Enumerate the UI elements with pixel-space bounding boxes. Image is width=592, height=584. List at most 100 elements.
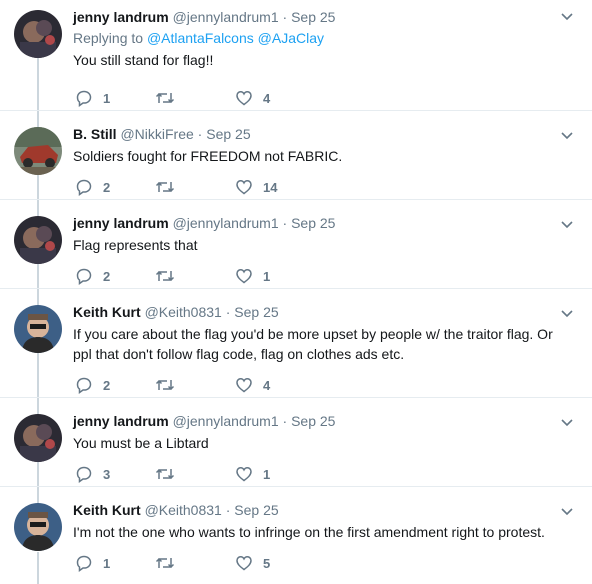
avatar[interactable] — [14, 127, 62, 175]
retweet-button[interactable] — [155, 376, 235, 394]
display-name[interactable]: jenny landrum — [73, 9, 169, 25]
like-count: 14 — [263, 179, 278, 195]
like-button[interactable]: 1 — [235, 267, 270, 285]
mention-link[interactable]: @AJaClay — [258, 30, 324, 46]
like-button[interactable]: 4 — [235, 376, 270, 394]
avatar[interactable] — [14, 503, 62, 551]
tweet-text: You must be a Libtard — [73, 435, 209, 451]
retweet-button[interactable] — [155, 267, 235, 285]
retweet-button[interactable] — [155, 89, 235, 107]
retweet-icon — [155, 181, 175, 193]
heart-icon — [236, 180, 252, 195]
reply-button[interactable]: 2 — [75, 267, 155, 285]
heart-icon — [236, 269, 252, 284]
reply-button[interactable]: 1 — [75, 89, 155, 107]
heart-icon — [236, 378, 252, 393]
like-button[interactable]: 5 — [235, 554, 270, 572]
tweet[interactable]: jenny landrum @jennylandrum1 · Sep 25 Re… — [0, 0, 592, 111]
display-name[interactable]: Keith Kurt — [73, 304, 141, 320]
reply-count: 3 — [103, 466, 111, 482]
chevron-down-icon[interactable] — [560, 129, 574, 143]
chevron-down-icon[interactable] — [560, 218, 574, 232]
tweet[interactable]: Keith Kurt @Keith0831 · Sep 25 I'm not t… — [0, 487, 592, 584]
separator-dot: · — [221, 304, 235, 320]
retweet-button[interactable] — [155, 178, 235, 196]
tweet[interactable]: jenny landrum @jennylandrum1 · Sep 25 Fl… — [0, 200, 592, 289]
reply-count: 2 — [103, 268, 111, 284]
avatar[interactable] — [14, 414, 62, 462]
chevron-down-icon[interactable] — [560, 505, 574, 519]
timestamp[interactable]: Sep 25 — [291, 9, 335, 25]
timestamp[interactable]: Sep 25 — [234, 304, 278, 320]
tweet-text: You still stand for flag!! — [73, 52, 214, 68]
user-handle[interactable]: @jennylandrum1 — [173, 413, 279, 429]
replying-to-line: Replying to @AtlantaFalcons @AJaClay — [73, 29, 562, 48]
like-count: 1 — [263, 268, 271, 284]
tweet-text: If you care about the flag you'd be more… — [73, 326, 553, 362]
like-count: 4 — [263, 90, 271, 106]
separator-dot: · — [278, 215, 292, 231]
retweet-icon — [155, 379, 175, 391]
reply-count: 1 — [103, 555, 111, 571]
reply-icon — [76, 466, 92, 483]
user-handle[interactable]: @jennylandrum1 — [173, 9, 279, 25]
retweet-icon — [155, 557, 175, 569]
avatar[interactable] — [14, 216, 62, 264]
avatar[interactable] — [14, 305, 62, 353]
reply-icon — [76, 377, 92, 394]
like-count: 5 — [263, 555, 271, 571]
like-count: 1 — [263, 466, 271, 482]
display-name[interactable]: Keith Kurt — [73, 502, 141, 518]
chevron-down-icon[interactable] — [560, 10, 574, 24]
mention-link[interactable]: @AtlantaFalcons — [147, 30, 254, 46]
separator-dot: · — [221, 502, 235, 518]
retweet-icon — [155, 92, 175, 104]
tweet-actions: 3 1 — [75, 465, 270, 483]
chevron-down-icon[interactable] — [560, 416, 574, 430]
timestamp[interactable]: Sep 25 — [291, 413, 335, 429]
timestamp[interactable]: Sep 25 — [206, 126, 250, 142]
retweet-icon — [155, 270, 175, 282]
reply-icon — [76, 555, 92, 572]
like-button[interactable]: 14 — [235, 178, 277, 196]
user-handle[interactable]: @Keith0831 — [145, 502, 222, 518]
conversation-thread: jenny landrum @jennylandrum1 · Sep 25 Re… — [0, 0, 592, 584]
retweet-button[interactable] — [155, 465, 235, 483]
tweet-text: I'm not the one who wants to infringe on… — [73, 524, 545, 540]
retweet-icon — [155, 468, 175, 480]
tweet[interactable]: B. Still @NikkiFree · Sep 25 Soldiers fo… — [0, 111, 592, 200]
display-name[interactable]: jenny landrum — [73, 413, 169, 429]
like-button[interactable]: 4 — [235, 89, 270, 107]
heart-icon — [236, 467, 252, 482]
tweet-actions: 2 4 — [75, 376, 270, 394]
timestamp[interactable]: Sep 25 — [291, 215, 335, 231]
replying-to-label: Replying to — [73, 30, 144, 46]
reply-button[interactable]: 2 — [75, 178, 155, 196]
reply-icon — [76, 90, 92, 107]
like-button[interactable]: 1 — [235, 465, 270, 483]
retweet-button[interactable] — [155, 554, 235, 572]
tweet-actions: 1 5 — [75, 554, 270, 572]
tweet-text: Flag represents that — [73, 237, 198, 253]
user-handle[interactable]: @NikkiFree — [120, 126, 193, 142]
reply-count: 2 — [103, 377, 111, 393]
reply-count: 1 — [103, 90, 111, 106]
reply-button[interactable]: 3 — [75, 465, 155, 483]
user-handle[interactable]: @jennylandrum1 — [173, 215, 279, 231]
reply-button[interactable]: 2 — [75, 376, 155, 394]
avatar[interactable] — [14, 10, 62, 58]
reply-button[interactable]: 1 — [75, 554, 155, 572]
display-name[interactable]: B. Still — [73, 126, 117, 142]
tweet-actions: 1 4 — [75, 89, 270, 107]
chevron-down-icon[interactable] — [560, 307, 574, 321]
tweet-actions: 2 14 — [75, 178, 277, 196]
user-handle[interactable]: @Keith0831 — [145, 304, 222, 320]
like-count: 4 — [263, 377, 271, 393]
timestamp[interactable]: Sep 25 — [234, 502, 278, 518]
tweet[interactable]: jenny landrum @jennylandrum1 · Sep 25 Yo… — [0, 398, 592, 487]
reply-count: 2 — [103, 179, 111, 195]
heart-icon — [236, 91, 252, 106]
tweet[interactable]: Keith Kurt @Keith0831 · Sep 25 If you ca… — [0, 289, 592, 398]
display-name[interactable]: jenny landrum — [73, 215, 169, 231]
separator-dot: · — [278, 9, 292, 25]
